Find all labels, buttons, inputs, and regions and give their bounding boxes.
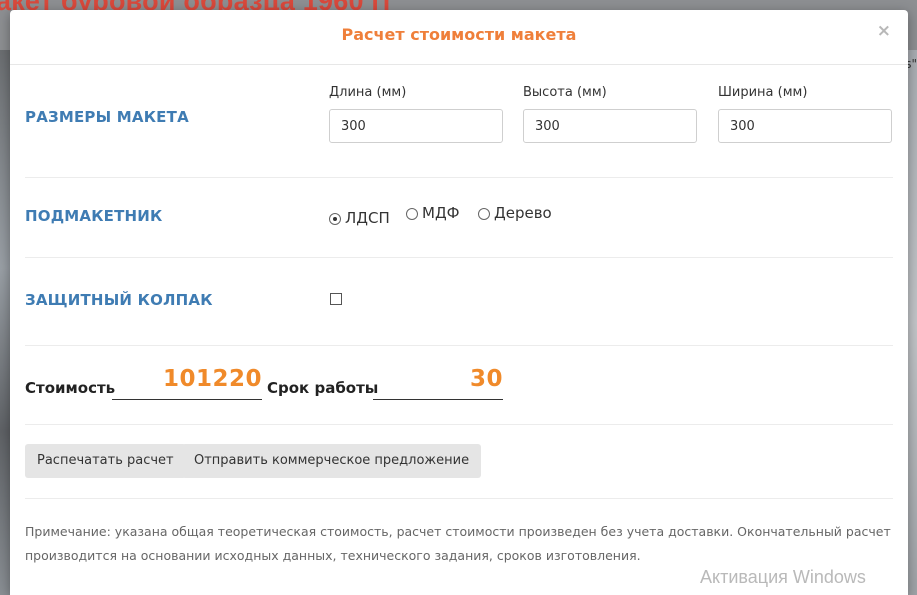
cost-label: Стоимость [25, 379, 116, 397]
close-icon[interactable]: × [877, 23, 891, 40]
divider [25, 257, 893, 258]
background-image-right [907, 50, 917, 595]
radio-unchecked-icon[interactable] [478, 207, 490, 220]
term-label: Срок работы [267, 379, 379, 397]
radio-label: Дерево [494, 204, 552, 222]
radio-option-mdf[interactable]: МДФ [406, 204, 460, 222]
height-label: Высота (мм) [523, 85, 607, 100]
note-text: Примечание: указана общая теоретическая … [25, 524, 891, 563]
cost-calculator-modal: Расчет стоимости макета × РАЗМЕРЫ МАКЕТА… [10, 10, 908, 595]
divider [25, 177, 893, 178]
length-input[interactable] [329, 109, 503, 143]
radio-checked-icon[interactable] [329, 212, 341, 225]
dimensions-row: РАЗМЕРЫ МАКЕТА Длина (мм) Высота (мм) Ши… [25, 83, 893, 153]
cover-section-label: ЗАЩИТНЫЙ КОЛПАК [25, 291, 213, 309]
dimensions-section-label: РАЗМЕРЫ МАКЕТА [25, 108, 189, 126]
cost-value: 101220 [162, 366, 262, 392]
width-field-group: Ширина (мм) [718, 85, 892, 143]
background-image-left [0, 50, 10, 595]
send-offer-button[interactable]: Отправить коммерческое предложение [182, 444, 482, 478]
divider [25, 498, 893, 499]
term-value: 30 [469, 366, 503, 392]
term-value-field: 30 [373, 366, 503, 400]
divider [25, 424, 893, 425]
modal-header: Расчет стоимости макета × [10, 10, 908, 65]
windows-activation-watermark: Активация Windows [700, 567, 866, 587]
cover-checkbox[interactable] [330, 293, 342, 305]
cost-value-field: 101220 [112, 366, 262, 400]
print-calculation-button[interactable]: Распечатать расчет [25, 444, 186, 478]
length-field-group: Длина (мм) [329, 85, 503, 143]
radio-label: МДФ [422, 204, 460, 222]
base-section-label: ПОДМАКЕТНИК [25, 207, 163, 225]
result-row: Стоимость 101220 Срок работы 30 [25, 366, 893, 406]
base-row: ПОДМАКЕТНИК ЛДСП МДФ Дерево [25, 204, 893, 234]
modal-title: Расчет стоимости макета [341, 25, 577, 44]
width-input[interactable] [718, 109, 892, 143]
height-field-group: Высота (мм) [523, 85, 697, 143]
radio-label: ЛДСП [345, 209, 390, 227]
height-input[interactable] [523, 109, 697, 143]
radio-option-ldsp[interactable]: ЛДСП [329, 209, 390, 227]
divider [25, 345, 893, 346]
radio-option-wood[interactable]: Дерево [478, 204, 552, 222]
cover-row: ЗАЩИТНЫЙ КОЛПАК [25, 288, 893, 318]
length-label: Длина (мм) [329, 85, 407, 100]
width-label: Ширина (мм) [718, 85, 808, 100]
radio-unchecked-icon[interactable] [406, 207, 418, 220]
